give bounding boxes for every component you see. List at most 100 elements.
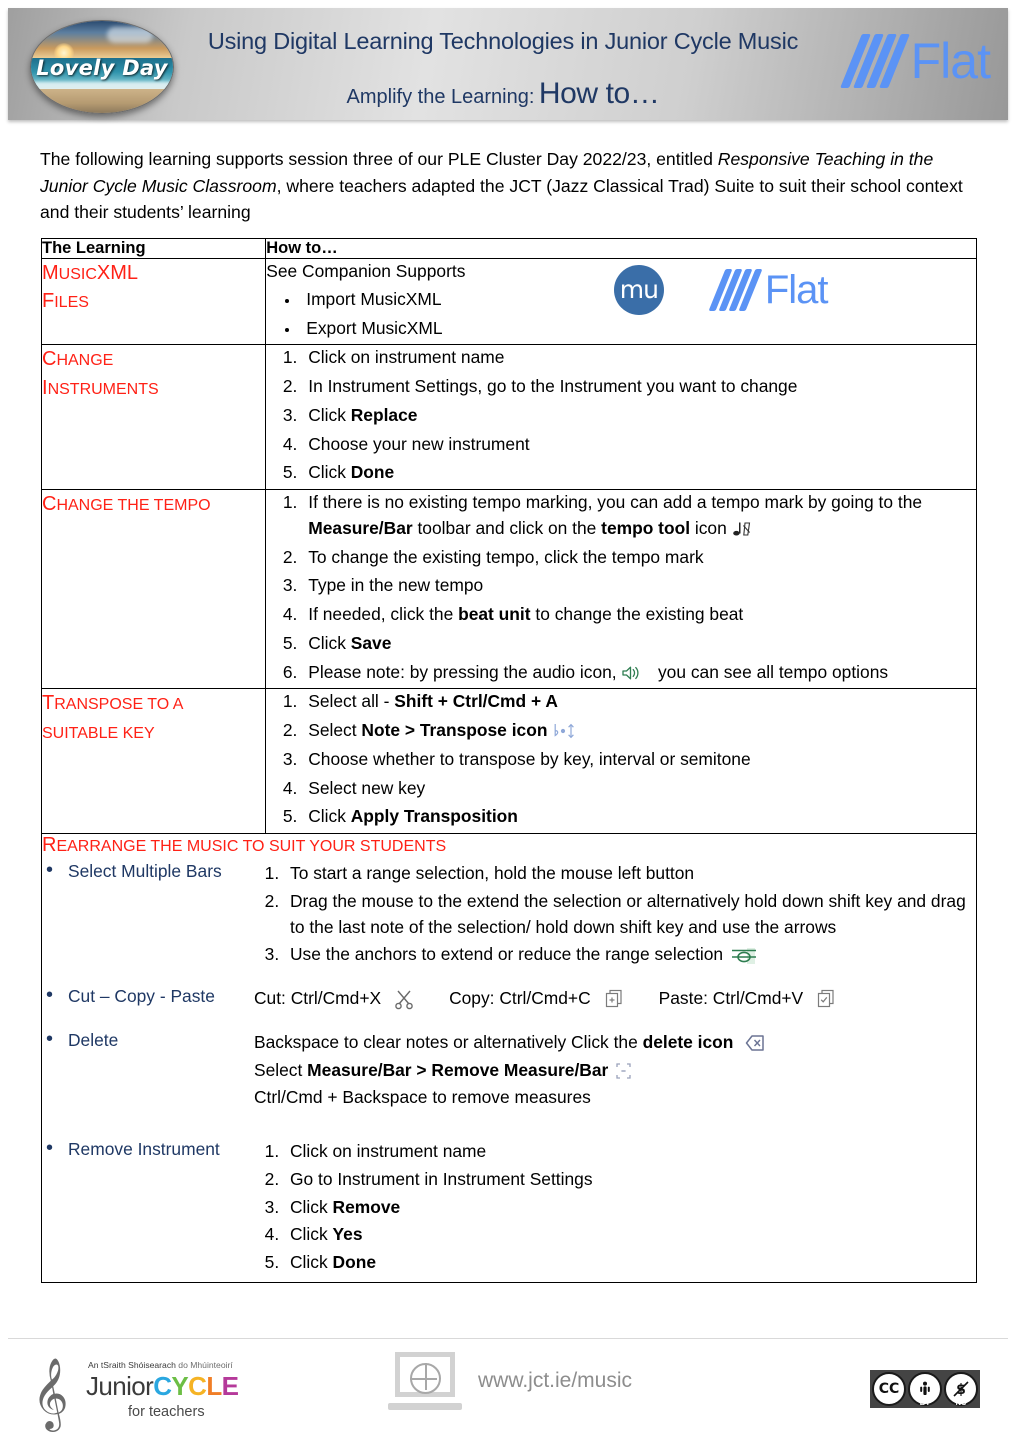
intro-text-part1: The following learning supports session … — [40, 149, 718, 169]
list-item: To change the existing tempo, click the … — [302, 545, 976, 571]
howto-cell-change-tempo: If there is no existing tempo marking, y… — [265, 488, 977, 690]
copy-shortcut-label: Copy: Ctrl/Cmd+C — [449, 988, 591, 1008]
transpose-steps: Select all - Shift + Ctrl/Cmd + A Select… — [266, 689, 976, 830]
cut-shortcut: Cut: Ctrl/Cmd+X — [254, 986, 415, 1012]
jc-letter-c1: C — [153, 1371, 172, 1401]
table-header-the-learning: The Learning — [40, 238, 267, 259]
delete-line-2-text: Select — [254, 1059, 308, 1080]
jc-subtitle: for teachers — [128, 1404, 205, 1420]
learning-cell-transpose: TRANSPOSE TO A SUITABLE KEY Transpose to… — [40, 688, 267, 834]
copy-icon[interactable] — [603, 988, 625, 1010]
list-item: Click Done — [302, 460, 976, 486]
rearrange-cell: REARRANGE THE MUSIC TO SUIT YOUR STUDENT… — [41, 833, 977, 1283]
delete-icon-label: delete icon — [642, 1031, 734, 1052]
learning-cell-musicxml: MUSICXML FILES MusicXML Files — [40, 257, 267, 346]
learning-title-change-tempo: CHANGE THE TEMPO — [42, 493, 211, 515]
delete-line-3: Ctrl/Cmd + Backspace to remove measures — [254, 1087, 591, 1108]
rearrange-body: Click on instrument name Go to Instrumen… — [254, 1139, 976, 1278]
cc-nc-label: NC — [955, 1398, 967, 1407]
delete-line-1: Backspace to clear notes or alternativel… — [254, 1030, 976, 1056]
list-item: Please note: by pressing the audio icon,… — [302, 660, 976, 686]
list-item: Select new key — [302, 776, 976, 802]
jc-wordmark: JuniorCYCLE — [86, 1371, 239, 1402]
cut-shortcut-label: Cut: Ctrl/Cmd+X — [254, 988, 382, 1008]
jc-tagline-irish: An tSraith Shóisearach — [88, 1360, 176, 1370]
table-row-rearrange: REARRANGE THE MUSIC TO SUIT YOUR STUDENT… — [41, 833, 977, 1283]
rearrange-body: Cut: Ctrl/Cmd+X Copy: Ctrl/Cmd+C Paste: … — [254, 986, 976, 1012]
howto-cell-change-instruments: Click on instrument name In Instrument S… — [265, 344, 977, 490]
intro-paragraph: The following learning supports session … — [40, 146, 974, 226]
laptop-globe-icon — [388, 1352, 462, 1410]
cc-by-column: BY — [908, 1372, 942, 1407]
treble-clef-icon: 𝄞 — [32, 1356, 69, 1429]
jc-word-junior: Junior — [86, 1371, 154, 1401]
table-header-row: The Learning How to… — [40, 238, 977, 259]
banner-title-line1: Using Digital Learning Technologies in J… — [207, 28, 799, 54]
jc-tagline: An tSraith Shóisearach do Mhúinteoirí — [88, 1360, 233, 1370]
list-item: If needed, click the beat unit to change… — [302, 602, 976, 628]
list-item: Click Yes — [284, 1222, 976, 1248]
list-item: Click Save — [302, 631, 976, 657]
list-item: Click Remove — [284, 1195, 976, 1221]
list-item: Click Apply Transposition — [302, 804, 976, 830]
flat-brand-name: Flat — [910, 33, 991, 89]
musicxml-lead-text: See Companion Supports — [266, 261, 466, 281]
jc-tagline-rest: do Mhúinteoirí — [175, 1360, 233, 1370]
remove-measure-icon[interactable] — [613, 1061, 637, 1081]
jc-letter-e: E — [221, 1371, 239, 1401]
learning-cell-change-tempo: CHANGE THE TEMPO Change the tempo — [40, 488, 267, 690]
musescore-icon: mu — [613, 265, 664, 315]
list-item: Click on instrument name — [284, 1139, 976, 1165]
transpose-icon[interactable] — [552, 722, 578, 740]
rearrange-label: Select Multiple Bars — [42, 859, 254, 882]
list-item: To start a range selection, hold the mou… — [284, 861, 976, 887]
footer-divider — [8, 1338, 1008, 1339]
banner-subtitle-big: How to… — [538, 77, 660, 110]
flat-logo-icon: Flat — [708, 268, 829, 312]
table-row-change-instruments: CHANGE INSTRUMENTS Change Instruments Cl… — [40, 344, 977, 490]
cc-nc-column: $ NC — [944, 1372, 978, 1407]
rearrange-label: Remove Instrument — [42, 1137, 254, 1160]
paste-icon[interactable] — [815, 988, 837, 1010]
paste-shortcut-label: Paste: Ctrl/Cmd+V — [658, 988, 804, 1008]
paste-shortcut: Paste: Ctrl/Cmd+V — [659, 986, 837, 1012]
list-item: Use the anchors to extend or reduce the … — [284, 942, 976, 968]
flat-wordmark: Flat — [764, 268, 829, 312]
delete-icon[interactable] — [738, 1032, 766, 1054]
flat-slashes-icon — [839, 34, 910, 88]
creative-commons-badge: CC BY $ NC — [870, 1370, 980, 1408]
logo-sky-layer — [31, 21, 173, 60]
banner-subtitle-small: Amplify the Learning: — [346, 86, 535, 108]
change-instruments-steps: Click on instrument name In Instrument S… — [266, 345, 976, 486]
list-item: Drag the mouse to the extend the selecti… — [284, 889, 976, 941]
rearrange-body: To start a range selection, hold the mou… — [254, 861, 976, 970]
learning-title-change-instruments: CHANGE INSTRUMENTS — [42, 348, 159, 399]
list-item: Click Replace — [302, 403, 976, 429]
tempo-tool-icon[interactable] — [732, 519, 752, 539]
table-header-how-to: How to… — [265, 238, 977, 259]
logo-cloud — [107, 26, 154, 43]
list-item: In Instrument Settings, go to the Instru… — [302, 374, 976, 400]
list-item: Import MusicXML — [300, 287, 465, 313]
range-anchor-icon[interactable] — [728, 946, 758, 966]
website-url[interactable]: www.jct.ie/music — [478, 1369, 632, 1393]
audio-speaker-icon[interactable] — [621, 663, 643, 683]
cc-icon-label: CC — [878, 1381, 900, 1397]
rearrange-heading: REARRANGE THE MUSIC TO SUIT YOUR STUDENT… — [42, 834, 447, 856]
copy-shortcut: Copy: Ctrl/Cmd+C — [449, 986, 625, 1012]
cc-by-label: BY — [919, 1398, 931, 1407]
table-row-transpose: TRANSPOSE TO A SUITABLE KEY Transpose to… — [40, 688, 977, 834]
list-item: Export MusicXML — [300, 316, 465, 342]
musicxml-bullet-list: Import MusicXML Export MusicXML — [266, 287, 465, 342]
learning-title-musicxml: MUSICXML FILES — [42, 262, 139, 313]
list-item: Type in the new tempo — [302, 573, 976, 599]
scissors-icon[interactable] — [393, 988, 415, 1010]
rearrange-item-cut-copy-paste: Cut – Copy - Paste Cut: Ctrl/Cmd+X — [42, 984, 976, 1012]
table-row-change-tempo: CHANGE THE TEMPO Change the tempo If the… — [40, 488, 977, 690]
change-tempo-steps: If there is no existing tempo marking, y… — [266, 490, 976, 685]
list-item: Select all - Shift + Ctrl/Cmd + A — [302, 689, 976, 715]
logo-sand-layer — [31, 89, 173, 113]
jc-letter-y: Y — [171, 1371, 189, 1401]
learning-title-transpose: TRANSPOSE TO A SUITABLE KEY — [42, 692, 184, 742]
how-to-table: The Learning How to… MUSICXML FILES Musi… — [40, 238, 977, 1283]
